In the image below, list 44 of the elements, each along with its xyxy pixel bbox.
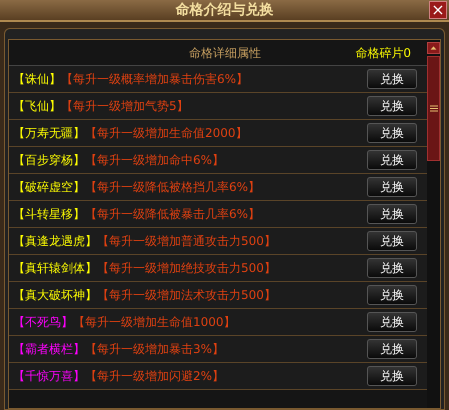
skill-description: 【每升一级增加生命值1000】 — [73, 314, 236, 331]
column-header: 命格详细属性 — [189, 44, 261, 62]
window-title: 命格介绍与兑换 — [176, 0, 274, 20]
skill-name: 【真轩辕剑体】 — [13, 260, 97, 277]
grip-icon — [430, 105, 438, 112]
skill-description: 【每升一级增加气势5】 — [61, 98, 189, 115]
close-button[interactable]: × — [429, 1, 447, 19]
skill-name: 【真大破坏神】 — [13, 287, 97, 304]
exchange-button[interactable]: 兑换 — [367, 366, 417, 386]
skill-description: 【每升一级增加生命值2000】 — [85, 125, 248, 142]
scroll-thumb[interactable] — [427, 56, 440, 161]
exchange-button[interactable]: 兑换 — [367, 258, 417, 278]
skill-name: 【斗转星移】 — [13, 206, 85, 223]
exchange-button[interactable]: 兑换 — [367, 312, 417, 332]
skill-description: 【每升一级增加命中6%】 — [85, 152, 224, 169]
exchange-button[interactable]: 兑换 — [367, 123, 417, 143]
skill-name: 【不死鸟】 — [13, 314, 73, 331]
skill-description: 【每升一级增加暴击3%】 — [85, 341, 224, 358]
skill-name: 【霸者横栏】 — [13, 341, 85, 358]
exchange-button[interactable]: 兑换 — [367, 339, 417, 359]
exchange-button[interactable]: 兑换 — [367, 204, 417, 224]
skill-description: 【每升一级增加闪避2%】 — [85, 368, 224, 385]
skill-name: 【千惊万喜】 — [13, 368, 85, 385]
fragment-count: 命格碎片0 — [355, 44, 411, 62]
skill-description: 【每升一级增加绝技攻击力500】 — [97, 260, 276, 277]
skill-name: 【百步穿杨】 — [13, 152, 85, 169]
exchange-button[interactable]: 兑换 — [367, 150, 417, 170]
skill-name: 【飞仙】 — [13, 98, 61, 115]
skill-description: 【每升一级降低被暴击几率6%】 — [85, 206, 260, 223]
skill-name: 【诛仙】 — [13, 71, 61, 88]
exchange-button[interactable]: 兑换 — [367, 69, 417, 89]
skill-description: 【每升一级降低被格挡几率6%】 — [85, 179, 260, 196]
scrollbar[interactable] — [427, 40, 440, 408]
skill-description: 【每升一级增加法术攻击力500】 — [97, 287, 276, 304]
exchange-button[interactable]: 兑换 — [367, 231, 417, 251]
scroll-up-icon[interactable] — [427, 42, 440, 54]
skill-name: 【破碎虚空】 — [13, 179, 85, 196]
exchange-button[interactable]: 兑换 — [367, 96, 417, 116]
skill-description: 【每升一级概率增加暴击伤害6%】 — [61, 71, 248, 88]
skill-name: 【真逢龙遇虎】 — [13, 233, 97, 250]
skill-name: 【万寿无疆】 — [13, 125, 85, 142]
skill-description: 【每升一级增加普通攻击力500】 — [97, 233, 276, 250]
exchange-button[interactable]: 兑换 — [367, 285, 417, 305]
exchange-button[interactable]: 兑换 — [367, 177, 417, 197]
